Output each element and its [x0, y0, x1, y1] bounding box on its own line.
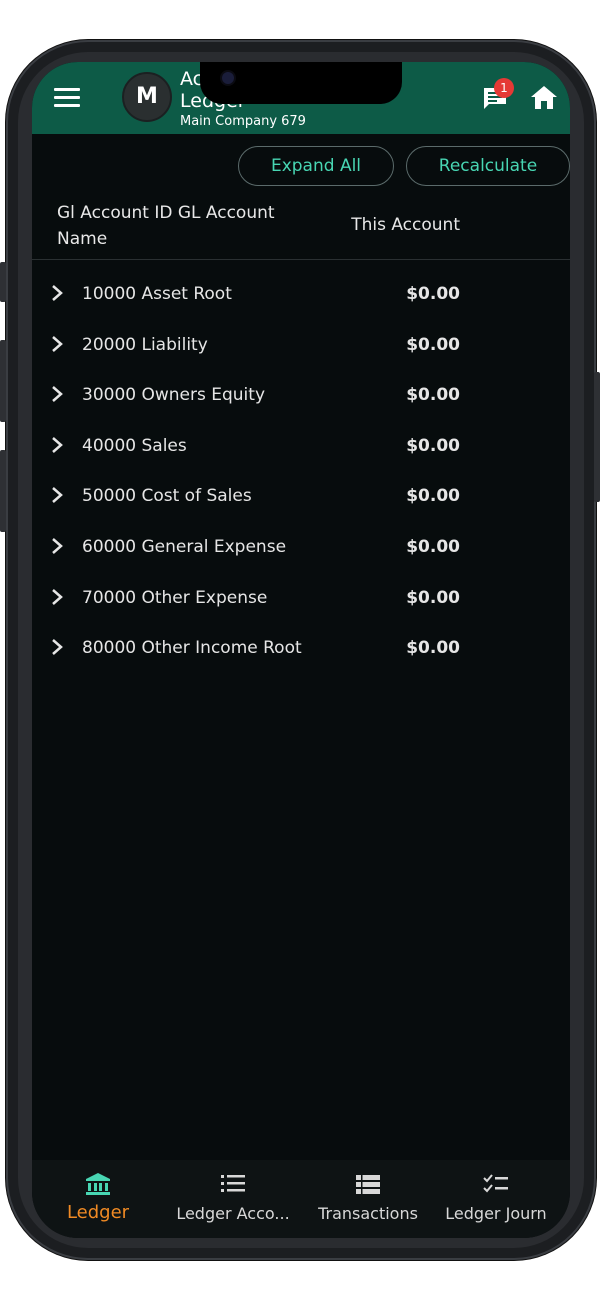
account-amount: $0.00 [406, 486, 460, 507]
nav-label: Ledger Journ [445, 1204, 547, 1223]
table-row[interactable]: 70000 Other Expense $0.00 [32, 574, 570, 624]
nav-item-ledger-journal[interactable]: Ledger Journ [436, 1160, 556, 1238]
home-icon[interactable] [530, 84, 558, 110]
recalculate-button[interactable]: Recalculate [406, 146, 570, 186]
table-row[interactable]: 10000 Asset Root $0.00 [32, 270, 570, 320]
menu-icon[interactable] [54, 88, 80, 108]
nav-item-ledger[interactable]: Ledger [46, 1160, 150, 1238]
account-name: 60000 General Expense [82, 537, 287, 557]
chevron-right-icon[interactable] [50, 284, 64, 302]
chevron-right-icon[interactable] [50, 588, 64, 606]
account-amount: $0.00 [406, 587, 460, 608]
account-amount: $0.00 [406, 284, 460, 304]
notification-badge: 1 [494, 78, 514, 98]
phone-side-button [0, 340, 6, 422]
table-row[interactable]: 20000 Liability $0.00 [32, 321, 570, 371]
app-screen: M Account Ledger Main Company 679 1 Expa… [32, 62, 570, 1238]
nav-label: Ledger [66, 1202, 130, 1223]
chevron-right-icon[interactable] [50, 335, 64, 353]
list-icon [221, 1175, 245, 1192]
table-row[interactable]: 60000 General Expense $0.00 [32, 523, 570, 573]
account-name: 70000 Other Expense [82, 587, 268, 608]
camera-icon [222, 72, 234, 84]
phone-side-button [0, 450, 6, 532]
nav-item-ledger-accounts[interactable]: Ledger Acco... [168, 1160, 298, 1238]
checklist-icon [483, 1174, 508, 1193]
chevron-right-icon[interactable] [50, 486, 64, 504]
phone-side-button [594, 372, 600, 502]
account-amount: $0.00 [406, 638, 460, 659]
table-row[interactable]: 40000 Sales $0.00 [32, 422, 570, 472]
app-header: M Account Ledger Main Company 679 1 [32, 62, 570, 134]
account-amount: $0.00 [406, 334, 460, 355]
chevron-right-icon[interactable] [50, 436, 64, 454]
expand-all-button[interactable]: Expand All [238, 146, 394, 186]
chevron-right-icon[interactable] [50, 537, 64, 555]
table-row[interactable]: 30000 Owners Equity $0.00 [32, 371, 570, 421]
table-row[interactable]: 80000 Other Income Root $0.00 [32, 624, 570, 674]
account-name: 40000 Sales [82, 435, 187, 456]
chevron-right-icon[interactable] [50, 638, 64, 656]
column-header-this-account[interactable]: This Account [332, 212, 460, 238]
account-name: 30000 Owners Equity [82, 385, 266, 406]
bottom-nav: Ledger Ledger Acco... Transactions Ledge… [32, 1160, 570, 1238]
account-amount: $0.00 [406, 537, 460, 557]
account-name: 10000 Asset Root [82, 284, 232, 304]
header-divider [32, 259, 570, 260]
avatar[interactable]: M [122, 72, 172, 122]
account-name: 50000 Cost of Sales [82, 486, 252, 507]
company-name: Main Company 679 [180, 114, 306, 129]
phone-side-button [0, 262, 6, 302]
table-row[interactable]: 50000 Cost of Sales $0.00 [32, 472, 570, 522]
account-name: 20000 Liability [82, 334, 208, 355]
table-list-icon [356, 1175, 380, 1194]
nav-label: Ledger Acco... [176, 1204, 290, 1223]
nav-label: Transactions [318, 1204, 418, 1223]
nav-item-transactions[interactable]: Transactions [310, 1160, 426, 1238]
account-amount: $0.00 [406, 385, 460, 406]
account-amount: $0.00 [406, 435, 460, 456]
bank-icon [86, 1173, 110, 1195]
column-header-account[interactable]: Gl Account ID GL Account Name [57, 200, 317, 252]
chevron-right-icon[interactable] [50, 385, 64, 403]
account-name: 80000 Other Income Root [82, 638, 302, 659]
